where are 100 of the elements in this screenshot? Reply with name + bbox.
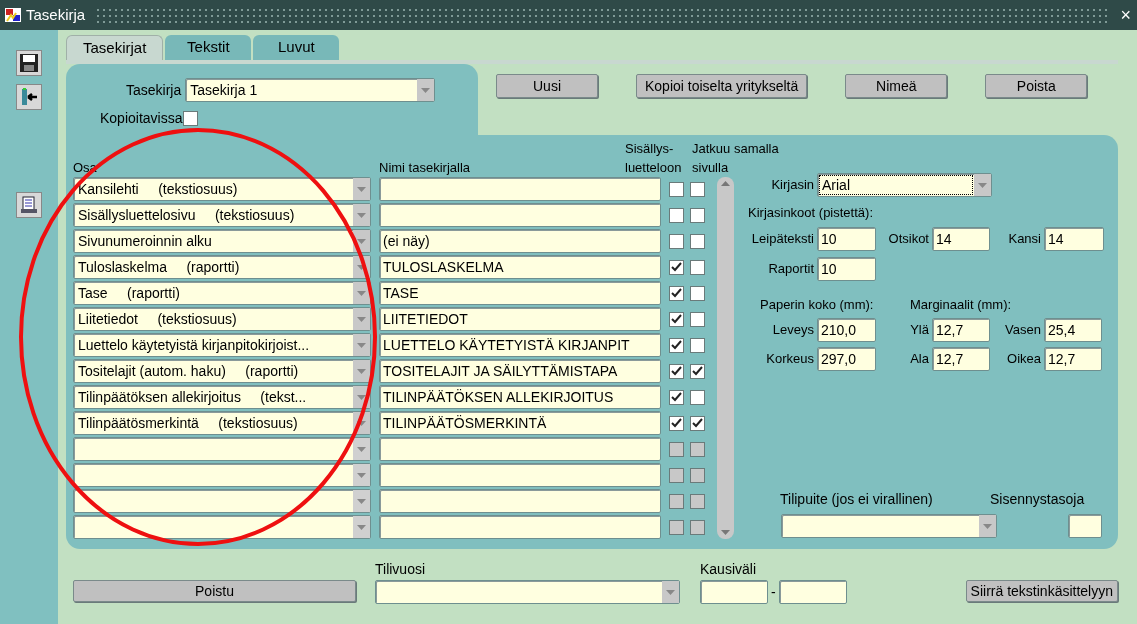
- name-field[interactable]: [379, 463, 661, 487]
- margin-field[interactable]: 12,7: [932, 318, 990, 342]
- section-label: Paperin koko (mm):: [759, 295, 875, 314]
- close-button[interactable]: ×: [1118, 6, 1133, 24]
- continue-checkbox[interactable]: [690, 415, 705, 431]
- tab[interactable]: Tasekirjat: [66, 35, 164, 60]
- name-field[interactable]: [379, 515, 661, 539]
- font-select[interactable]: Arial: [817, 173, 992, 197]
- section-label: Marginaalit (mm):: [910, 295, 1012, 314]
- continue-checkbox[interactable]: [690, 259, 705, 275]
- tilivuosi-select[interactable]: [375, 580, 680, 604]
- name-field[interactable]: [379, 177, 661, 201]
- osa-select[interactable]: Luettelo käytetyistä kirjanpitokirjoist...: [73, 333, 371, 357]
- osa-select[interactable]: Tilinpäätösmerkintä (tekstiosuus): [73, 411, 371, 435]
- margin-field[interactable]: 12,7: [932, 347, 990, 371]
- continue-checkbox[interactable]: [690, 389, 705, 405]
- osa-select[interactable]: Tositelajit (autom. haku) (raportti): [73, 359, 371, 383]
- tab[interactable]: Luvut: [253, 35, 340, 60]
- size-field[interactable]: 14: [1044, 226, 1104, 251]
- range-separator: -: [771, 582, 776, 602]
- name-field[interactable]: TULOSLASKELMA: [379, 255, 661, 279]
- period-end-field[interactable]: [778, 580, 847, 604]
- osa-select[interactable]: Sisällysluettelosivu (tekstiosuus): [73, 203, 371, 227]
- continue-checkbox[interactable]: [690, 363, 705, 379]
- action-button[interactable]: Poista: [985, 74, 1088, 98]
- name-field[interactable]: LIITETIEDOT: [379, 307, 661, 331]
- tasekirja-select[interactable]: Tasekirja 1: [185, 78, 436, 102]
- field-label: Kausiväli: [700, 560, 758, 579]
- tasekirja-label: Tasekirja: [126, 80, 182, 100]
- column-header: Jatkuu samalla: [692, 140, 779, 158]
- save-button[interactable]: [16, 50, 42, 76]
- field-label: Kirjasin: [770, 176, 815, 195]
- name-field[interactable]: [379, 437, 661, 461]
- tab[interactable]: Tekstit: [165, 35, 252, 60]
- column-header: Nimi tasekirjalla: [379, 159, 472, 177]
- action-button[interactable]: Uusi: [496, 74, 598, 98]
- name-field[interactable]: TOSITELAJIT JA SÄILYTTÄMISTAPA: [379, 359, 661, 383]
- toc-checkbox[interactable]: [669, 389, 684, 405]
- period-start-field[interactable]: [700, 580, 768, 604]
- field-label: Leipäteksti: [750, 229, 815, 248]
- margin-field[interactable]: 12,7: [1044, 347, 1102, 371]
- field-label: Raportit: [767, 259, 815, 278]
- caret-icon: [357, 212, 366, 218]
- osa-select[interactable]: Tilinpäätöksen allekirjoitus (tekst...: [73, 385, 371, 409]
- tilipuite-select[interactable]: [781, 514, 997, 538]
- action-button[interactable]: Nimeä: [845, 74, 948, 98]
- size-field[interactable]: 10: [817, 256, 876, 281]
- toc-checkbox[interactable]: [669, 259, 684, 275]
- continue-checkbox[interactable]: [690, 181, 705, 197]
- toc-checkbox[interactable]: [669, 415, 684, 431]
- osa-select[interactable]: Liitetiedot (tekstiosuus): [73, 307, 371, 331]
- column-header: Sisällys-: [625, 140, 675, 158]
- toc-checkbox[interactable]: [669, 181, 684, 197]
- field-label: Ylä: [909, 321, 930, 340]
- toc-checkbox[interactable]: [669, 337, 684, 353]
- paper-field[interactable]: 210,0: [817, 318, 876, 342]
- size-field[interactable]: 14: [932, 226, 990, 251]
- sisennystasoja-field[interactable]: [1068, 514, 1102, 538]
- exit-button[interactable]: [16, 84, 42, 110]
- margin-field[interactable]: 25,4: [1044, 318, 1102, 342]
- osa-select[interactable]: Sivunumeroinnin alku: [73, 229, 371, 253]
- continue-checkbox[interactable]: [690, 337, 705, 353]
- name-field[interactable]: TASE: [379, 281, 661, 305]
- toc-checkbox[interactable]: [669, 285, 684, 301]
- toc-checkbox[interactable]: [669, 233, 684, 249]
- action-button[interactable]: Kopioi toiselta yritykseltä: [636, 74, 808, 98]
- toc-checkbox[interactable]: [669, 207, 684, 223]
- toc-checkbox[interactable]: [669, 363, 684, 379]
- transfer-button[interactable]: Siirrä tekstinkäsittelyyn: [965, 580, 1118, 602]
- name-field[interactable]: TILINPÄÄTÖSMERKINTÄ: [379, 411, 661, 435]
- field-label: Otsikot: [887, 229, 930, 248]
- osa-select[interactable]: Tuloslaskelma (raportti): [73, 255, 371, 279]
- scrollbar[interactable]: [717, 177, 734, 539]
- kopioitavissa-label: Kopioitavissa: [100, 109, 183, 128]
- osa-select[interactable]: Tase (raportti): [73, 281, 371, 305]
- name-field[interactable]: (ei näy): [379, 229, 661, 253]
- field-label: Kansi: [1007, 229, 1042, 248]
- caret-icon: [357, 394, 366, 400]
- scroll-up-icon[interactable]: [721, 181, 730, 186]
- continue-checkbox[interactable]: [690, 207, 705, 223]
- document-button[interactable]: [16, 192, 42, 218]
- size-field[interactable]: 10: [817, 226, 876, 251]
- continue-checkbox[interactable]: [690, 311, 705, 327]
- field-label: Vasen: [1004, 321, 1042, 340]
- scroll-down-icon[interactable]: [721, 530, 730, 535]
- name-field[interactable]: TILINPÄÄTÖKSEN ALLEKIRJOITUS: [379, 385, 661, 409]
- name-field[interactable]: [379, 203, 661, 227]
- poistu-button[interactable]: Poistu: [73, 580, 356, 602]
- caret-icon: [983, 523, 992, 529]
- paper-field[interactable]: 297,0: [817, 347, 876, 371]
- toc-checkbox[interactable]: [669, 311, 684, 327]
- column-header: luetteloon: [625, 159, 683, 177]
- continue-checkbox[interactable]: [690, 233, 705, 249]
- osa-select[interactable]: Kansilehti (tekstiosuus): [73, 177, 371, 201]
- field-label: Korkeus: [765, 350, 815, 369]
- caret-icon: [357, 238, 366, 244]
- name-field[interactable]: [379, 489, 661, 513]
- name-field[interactable]: LUETTELO KÄYTETYISTÄ KIRJANPIT: [379, 333, 661, 357]
- continue-checkbox[interactable]: [690, 285, 705, 301]
- checkbox[interactable]: [182, 111, 198, 126]
